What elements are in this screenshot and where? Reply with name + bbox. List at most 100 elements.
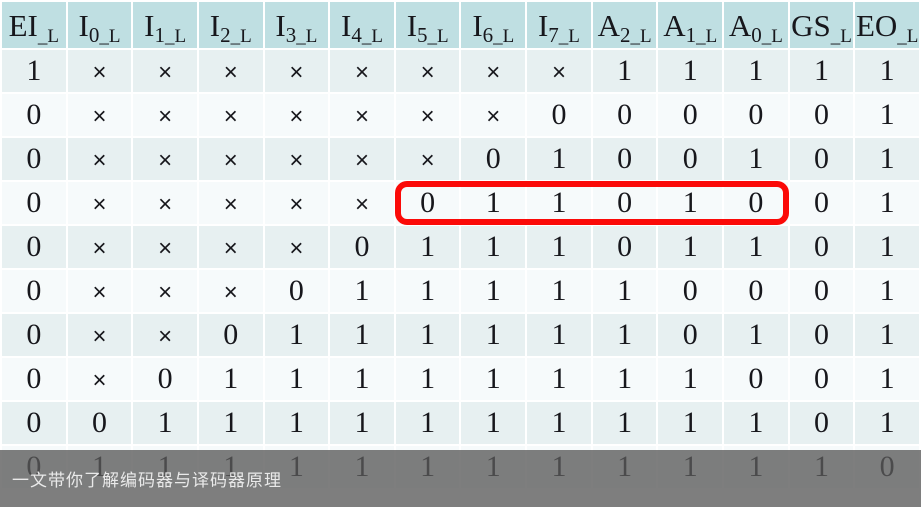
column-header-main: I xyxy=(406,7,418,43)
table-cell: × xyxy=(330,50,394,92)
table-cell: 1 xyxy=(461,446,526,488)
cell-value: 1 xyxy=(354,406,370,439)
column-header-I2_L: I2_L xyxy=(198,2,263,48)
table-cell: 1 xyxy=(461,358,526,400)
column-header-A1_L: A1_L xyxy=(658,2,723,48)
column-header-suffix: _L xyxy=(427,25,449,47)
cell-value: 0 xyxy=(879,450,895,483)
table-cell: 0 xyxy=(658,94,723,136)
cell-value: 1 xyxy=(485,230,501,263)
cell-value: 0 xyxy=(354,230,370,263)
table-cell: 0 xyxy=(789,226,854,268)
table-cell: × xyxy=(264,226,329,268)
cell-value: 1 xyxy=(748,142,764,175)
cell-value: 1 xyxy=(288,362,304,395)
cell-value: 1 xyxy=(682,186,698,219)
table-cell: 0 xyxy=(198,314,263,356)
cell-value: 0 xyxy=(617,98,633,131)
table-cell: 1 xyxy=(658,226,723,268)
cell-value: 1 xyxy=(420,274,436,307)
cell-value: 0 xyxy=(814,186,829,219)
table-cell: × xyxy=(133,138,197,180)
table-cell: × xyxy=(264,50,329,92)
table-cell: × xyxy=(330,138,394,180)
column-header-main: I xyxy=(537,7,549,43)
table-cell: 1 xyxy=(592,314,657,356)
table-header: EI_L I0_L I1_L I2_L I3_L I4_L I5_L I6_L I7_L A2_L… xyxy=(2,2,919,48)
table-cell: 0 xyxy=(658,314,723,356)
dont-care-icon: × xyxy=(92,323,107,350)
column-header-main: I xyxy=(472,7,483,43)
table-cell: 1 xyxy=(724,314,788,356)
table-cell: 1 xyxy=(527,402,591,444)
column-header-I1_L: I1_L xyxy=(133,2,197,48)
cell-value: 1 xyxy=(91,450,107,483)
table-row: 0 × × × × 0 1 1 1 0 1 1 0 1 xyxy=(2,226,919,268)
column-header-label: I3_L xyxy=(275,10,317,46)
table-cell: 0 xyxy=(592,226,657,268)
cell-value: 1 xyxy=(485,186,501,219)
cell-value: 1 xyxy=(879,406,895,439)
table-cell: × xyxy=(133,270,197,312)
column-header-label: EI_L xyxy=(9,10,59,46)
cell-value: 1 xyxy=(485,318,501,351)
cell-value: 1 xyxy=(223,362,239,395)
column-header-suffix: _L xyxy=(630,25,652,47)
column-header-suffix: _L xyxy=(696,25,718,47)
cell-value: 1 xyxy=(748,230,764,263)
column-header-main: GS xyxy=(791,7,831,43)
table-row: 0 × × × × × 0 1 1 0 1 0 0 1 xyxy=(2,182,919,224)
dont-care-icon: × xyxy=(158,279,173,306)
cell-value: 1 xyxy=(617,406,633,439)
cell-value: 1 xyxy=(814,54,829,87)
cell-value: 1 xyxy=(551,186,567,219)
table-row: 0 × × × × × × × 0 0 0 0 0 1 xyxy=(2,94,919,136)
cell-value: 0 xyxy=(223,318,239,351)
table-cell: 0 xyxy=(592,182,657,224)
column-header-suffix: _L xyxy=(558,25,580,47)
cell-value: 1 xyxy=(288,318,304,351)
dont-care-icon: × xyxy=(420,103,435,130)
cell-value: 1 xyxy=(551,230,567,263)
table-cell: 0 xyxy=(658,138,723,180)
dont-care-icon: × xyxy=(223,103,238,130)
cell-value: 1 xyxy=(223,406,239,439)
column-header-I0_L: I0_L xyxy=(67,2,132,48)
table-cell: 1 xyxy=(724,446,788,488)
cell-value: 1 xyxy=(354,362,370,395)
cell-value: 1 xyxy=(879,186,895,219)
table-cell: 1 xyxy=(198,402,263,444)
dont-care-icon: × xyxy=(158,147,173,174)
table-cell: 1 xyxy=(658,182,723,224)
table-cell: 0 xyxy=(724,182,788,224)
table-cell: × xyxy=(264,182,329,224)
table-cell: × xyxy=(67,314,132,356)
dont-care-icon: × xyxy=(92,191,107,218)
table-cell: 1 xyxy=(264,358,329,400)
column-header-main: A xyxy=(663,7,686,43)
cell-value: 1 xyxy=(879,318,895,351)
table-cell: 1 xyxy=(461,182,526,224)
cell-value: 0 xyxy=(748,98,764,131)
dont-care-icon: × xyxy=(158,103,173,130)
dont-care-icon: × xyxy=(223,191,238,218)
table-cell: × xyxy=(330,94,394,136)
table-cell: 1 xyxy=(658,446,723,488)
table-cell: 0 xyxy=(2,314,66,356)
column-header-I5_L: I5_L xyxy=(395,2,460,48)
cell-value: 0 xyxy=(814,98,829,131)
table-cell: 0 xyxy=(133,358,197,400)
column-header-suffix: _L xyxy=(37,25,59,47)
table-cell: 1 xyxy=(2,50,66,92)
cell-value: 1 xyxy=(157,450,173,483)
table-cell: 1 xyxy=(855,182,919,224)
table-cell: × xyxy=(198,270,263,312)
table-cell: 1 xyxy=(198,358,263,400)
column-header-main: A xyxy=(597,7,620,43)
column-header-index: 5 xyxy=(417,22,428,47)
table-cell: × xyxy=(395,50,460,92)
table-cell: 1 xyxy=(789,50,854,92)
table-cell: × xyxy=(198,138,263,180)
table-cell: × xyxy=(264,138,329,180)
cell-value: 0 xyxy=(682,274,698,307)
